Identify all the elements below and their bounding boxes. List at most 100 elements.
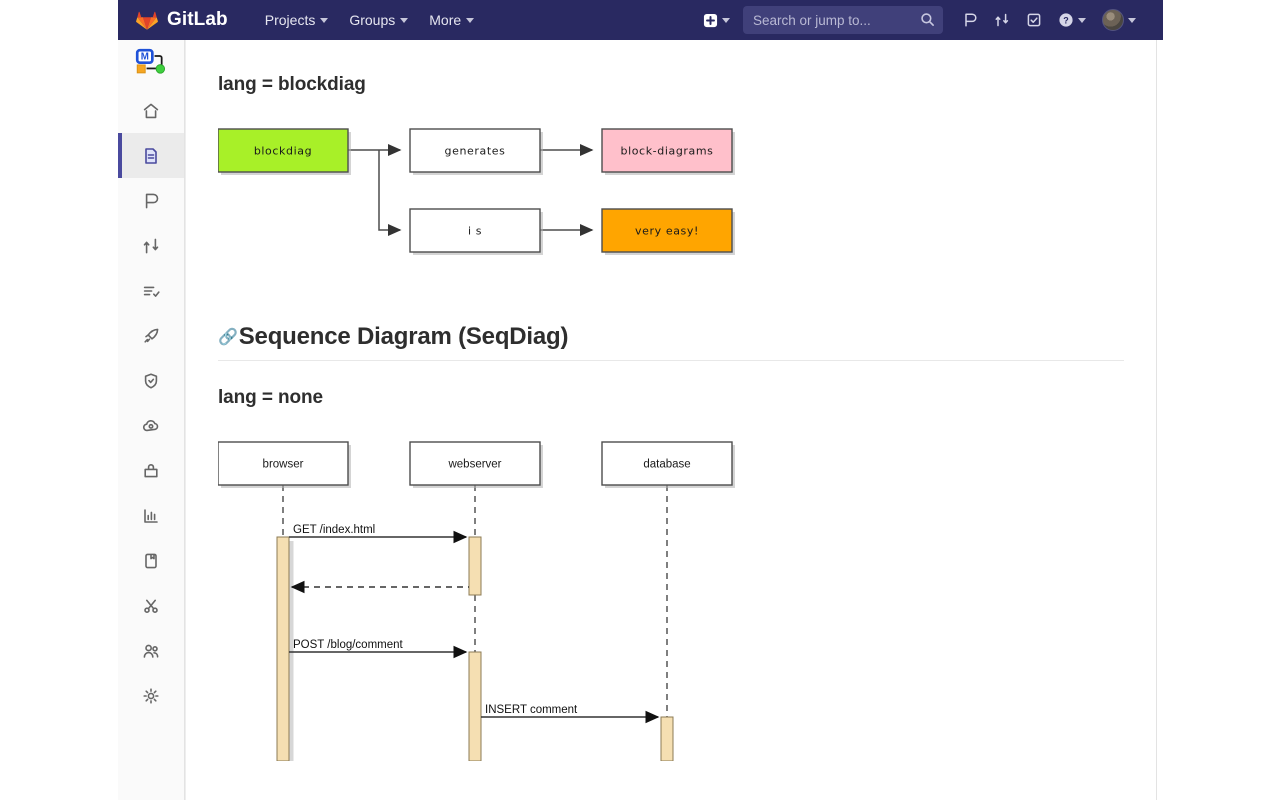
blockdiag-node-is: i s [409,208,543,255]
sidebar-item-security[interactable] [118,358,184,403]
chevron-down-icon [466,17,475,23]
top-navbar: GitLab Projects Groups More Search or ju… [118,0,1163,40]
gitlab-brand[interactable]: GitLab [136,9,228,31]
todo-check-icon [1027,13,1041,27]
seqdiag-message-label: GET /index.html [293,524,375,536]
seqdiag-message-label: INSERT comment [485,704,578,716]
sidebar-item-merge-requests[interactable] [118,223,184,268]
participant-label: webserver [447,459,501,471]
navbar-links: Projects Groups More [256,6,483,34]
chevron-down-icon [722,17,730,23]
sidebar-item-repository[interactable] [118,133,184,178]
svg-text:M: M [141,52,149,63]
project-diagram-avatar-icon: M [135,48,166,74]
navbar-right-actions: ? [696,3,1163,37]
gear-icon [143,687,159,704]
page-gutter-left [0,0,118,800]
seqdiag-participant-webserver: webserver [409,441,543,488]
sidebar-item-issues[interactable] [118,178,184,223]
project-sidebar: M [118,40,185,800]
document-icon [145,147,157,164]
avatar [1102,9,1124,31]
nav-link-more[interactable]: More [420,6,483,34]
search-input[interactable] [743,6,943,34]
create-new-button[interactable] [696,7,737,34]
sidebar-item-analytics[interactable] [118,493,184,538]
search-box[interactable] [743,6,943,34]
activation-webserver-2 [468,651,482,761]
sidebar-item-project-overview[interactable] [118,88,184,133]
pipeline-list-icon [143,286,160,297]
seqdiag-participant-database: database [601,441,735,488]
blockdiag-node-label: generates [445,145,506,158]
main-content: lang = blockdiag blockdiag generates blo… [185,40,1157,800]
merge-requests-button[interactable] [987,6,1017,34]
blockdiag-node-block-diagrams: block-diagrams [601,128,735,175]
shield-icon [144,372,158,388]
nav-link-groups-label: Groups [349,12,396,28]
section-heading-label: Sequence Diagram (SeqDiag) [238,323,569,350]
bar-chart-icon [144,508,158,523]
issues-icon [965,13,977,27]
sidebar-item-ci-cd[interactable] [118,268,184,313]
blockdiag-node-label: very easy! [635,225,699,238]
question-circle-icon: ? [1059,13,1073,27]
help-button[interactable]: ? [1051,6,1093,34]
merge-request-icon [995,13,1009,27]
project-avatar-row[interactable]: M [118,40,184,88]
seqdiag-participant-browser: browser [218,441,351,488]
sidebar-item-snippets[interactable] [118,583,184,628]
cloud-gear-icon [142,419,159,431]
users-icon [143,644,159,658]
svg-text:?: ? [1063,15,1069,25]
chevron-down-icon [400,17,409,23]
sidebar-item-deployments[interactable] [118,313,184,358]
seqdiag-svg: browser webserver database GET /index.ht… [218,441,735,761]
gitlab-tanuki-logo-icon [136,11,158,30]
package-icon [144,463,158,477]
page-gutter-right [1163,0,1280,800]
sidebar-item-members[interactable] [118,628,184,673]
activation-database [660,716,674,761]
activation-webserver-1 [468,536,482,596]
rocket-icon [144,328,159,343]
link-anchor-icon[interactable]: 🔗 [218,330,238,346]
sidebar-item-settings[interactable] [118,673,184,718]
blockdiag-node-label: blockdiag [254,145,312,158]
blockdiag-node-generates: generates [409,128,543,175]
nav-link-projects-label: Projects [264,12,316,28]
merge-request-icon [143,238,159,253]
blockdiag-heading: lang = blockdiag [218,74,366,95]
blockdiag-node-label: i s [468,225,482,238]
plus-square-icon [703,13,718,27]
issues-button[interactable] [955,6,985,34]
app-root: GitLab Projects Groups More Search or ju… [0,0,1280,800]
seqdiag-message-label: POST /blog/comment [293,639,404,651]
chevron-down-icon [1128,17,1136,23]
home-icon [143,103,159,118]
sidebar-item-packages[interactable] [118,448,184,493]
nav-link-projects[interactable]: Projects [256,6,338,34]
todos-button[interactable] [1019,6,1049,34]
book-icon [145,553,157,568]
scissors-icon [144,599,158,613]
user-menu-button[interactable] [1095,3,1143,37]
chevron-down-icon [1078,17,1086,23]
sidebar-item-operations[interactable] [118,403,184,448]
seqdiag-diagram: browser webserver database GET /index.ht… [218,413,1124,761]
blockdiag-diagram: blockdiag generates block-diagrams i s v… [218,100,1124,283]
blockdiag-node-blockdiag: blockdiag [218,128,351,175]
participant-label: browser [263,459,304,471]
gitlab-brand-name: GitLab [167,9,228,30]
activation-browser [276,536,290,761]
sequence-diagram-section-heading: 🔗 Sequence Diagram (SeqDiag) [218,323,1124,361]
sidebar-item-wiki[interactable] [118,538,184,583]
seqdiag-heading: lang = none [218,387,323,408]
blockdiag-node-label: block-diagrams [620,145,713,158]
issues-icon [145,193,159,208]
nav-link-more-label: More [429,12,462,28]
chevron-down-icon [320,17,329,23]
nav-link-groups[interactable]: Groups [340,6,417,34]
blockdiag-svg: blockdiag generates block-diagrams i s v… [218,128,735,255]
blockdiag-node-very-easy: very easy! [601,208,735,255]
